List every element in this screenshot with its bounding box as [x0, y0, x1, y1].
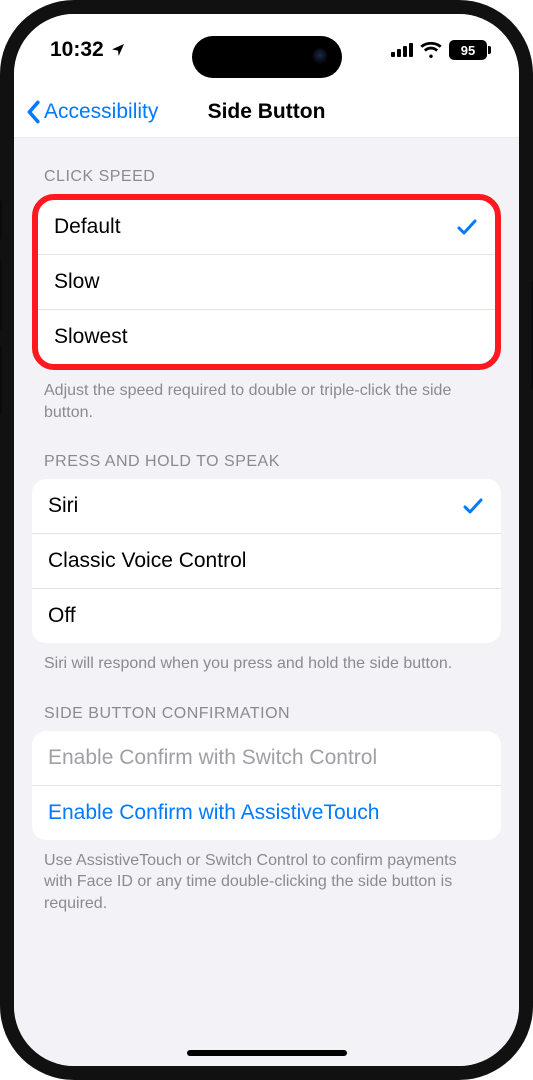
section-footer-press-hold: Siri will respond when you press and hol…: [32, 643, 501, 675]
checkmark-icon: [455, 215, 479, 239]
location-icon: [110, 42, 126, 58]
back-button[interactable]: Accessibility: [24, 100, 158, 124]
front-camera: [312, 48, 328, 64]
battery-icon: 95: [449, 40, 491, 60]
section-header-press-hold: PRESS AND HOLD TO SPEAK: [32, 423, 501, 479]
row-label: Slowest: [54, 325, 128, 349]
wifi-icon: [420, 42, 442, 58]
content-area: CLICK SPEED Default Slow Slowest Adjust …: [14, 138, 519, 1066]
press-hold-siri[interactable]: Siri: [32, 479, 501, 533]
row-label: Default: [54, 215, 121, 239]
click-speed-default[interactable]: Default: [38, 200, 495, 254]
click-speed-slowest[interactable]: Slowest: [38, 309, 495, 364]
confirm-group: Enable Confirm with Switch Control Enabl…: [32, 731, 501, 840]
phone-frame: 10:32: [0, 0, 533, 1080]
nav-header: Accessibility Side Button: [14, 86, 519, 138]
press-hold-group: Siri Classic Voice Control Off: [32, 479, 501, 643]
phone-volume-up: [0, 260, 2, 330]
cellular-icon: [391, 43, 413, 57]
phone-switch: [0, 200, 2, 240]
click-speed-slow[interactable]: Slow: [38, 254, 495, 309]
press-hold-off[interactable]: Off: [32, 588, 501, 643]
section-footer-confirm: Use AssistiveTouch or Switch Control to …: [32, 840, 501, 915]
row-label: Slow: [54, 270, 100, 294]
press-hold-classic[interactable]: Classic Voice Control: [32, 533, 501, 588]
section-footer-click-speed: Adjust the speed required to double or t…: [32, 370, 501, 423]
click-speed-group: Default Slow Slowest: [32, 194, 501, 370]
dynamic-island: [192, 36, 342, 78]
phone-screen: 10:32: [14, 14, 519, 1066]
row-label: Classic Voice Control: [48, 549, 246, 573]
phone-volume-down: [0, 345, 2, 415]
row-label: Off: [48, 604, 76, 628]
page-title: Side Button: [208, 100, 326, 124]
checkmark-icon: [461, 494, 485, 518]
status-time: 10:32: [50, 38, 104, 62]
row-label: Enable Confirm with Switch Control: [48, 746, 377, 770]
home-indicator[interactable]: [187, 1050, 347, 1056]
battery-level: 95: [461, 44, 475, 57]
row-label: Siri: [48, 494, 78, 518]
confirm-switch-control[interactable]: Enable Confirm with Switch Control: [32, 731, 501, 785]
back-label: Accessibility: [44, 100, 158, 124]
confirm-assistivetouch[interactable]: Enable Confirm with AssistiveTouch: [32, 785, 501, 840]
section-header-confirm: SIDE BUTTON CONFIRMATION: [32, 675, 501, 731]
row-label: Enable Confirm with AssistiveTouch: [48, 801, 379, 825]
section-header-click-speed: CLICK SPEED: [32, 138, 501, 194]
